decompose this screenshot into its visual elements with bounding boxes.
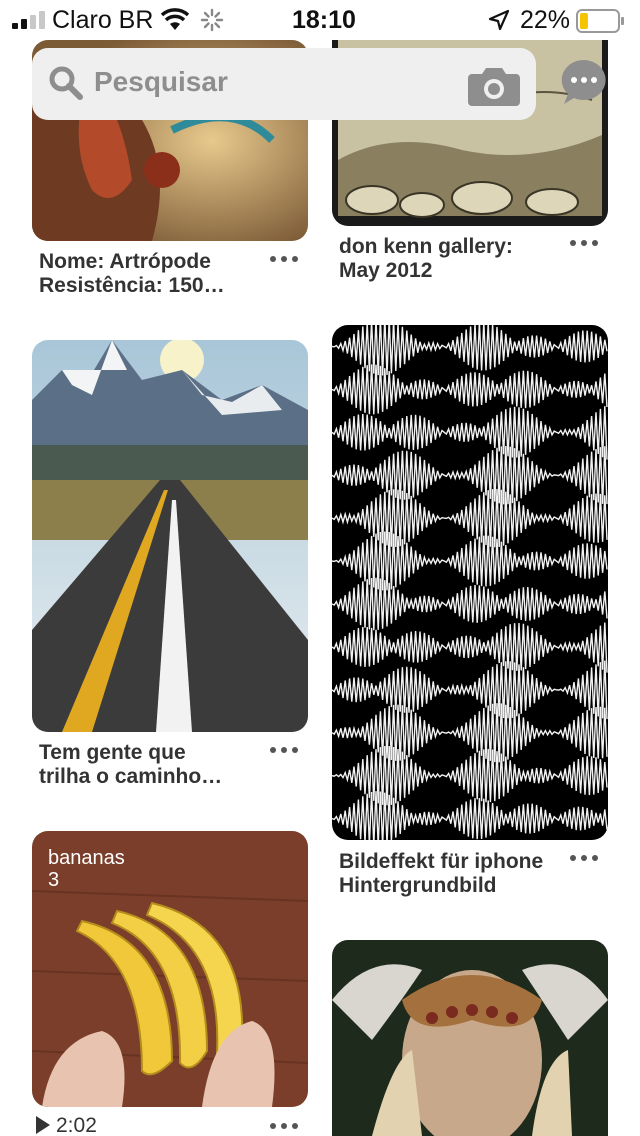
video-duration: 2:02 xyxy=(36,1114,97,1136)
pin-image-painting[interactable] xyxy=(332,940,608,1136)
battery-percent: 22% xyxy=(520,6,571,34)
search-icon xyxy=(49,66,83,100)
more-dots-icon[interactable] xyxy=(268,744,300,756)
more-dots-icon[interactable] xyxy=(268,253,300,265)
clock-time: 18:10 xyxy=(292,6,356,34)
play-icon xyxy=(36,1116,50,1134)
video-overlay-title: bananas 3 xyxy=(48,847,125,891)
pin-title[interactable]: don kenn gallery: May 2012 xyxy=(339,235,513,283)
more-dots-icon[interactable] xyxy=(568,237,600,249)
loading-spinner-icon xyxy=(200,8,224,32)
signal-icon xyxy=(12,11,45,29)
carrier-name: Claro BR xyxy=(52,6,154,34)
pin-image-bananas[interactable]: bananas 3 xyxy=(32,831,308,1107)
wifi-icon xyxy=(160,8,190,30)
search-bar[interactable]: Pesquisar xyxy=(32,48,536,120)
pin-image-road[interactable] xyxy=(32,340,308,732)
pin-image-wave-pattern[interactable] xyxy=(332,325,608,840)
battery-icon xyxy=(576,9,624,33)
status-bar: Claro BR 18:10 22% xyxy=(0,0,640,40)
location-arrow-icon xyxy=(488,9,510,31)
pin-title[interactable]: Bildeffekt für iphone Hintergrundbild xyxy=(339,850,543,898)
pin-title[interactable]: Tem gente que trilha o caminho… xyxy=(39,741,222,789)
message-icon[interactable] xyxy=(560,58,608,106)
more-dots-icon[interactable] xyxy=(568,852,600,864)
pin-title[interactable]: Nome: Artrópode Resistência: 150… xyxy=(39,250,225,298)
search-input[interactable]: Pesquisar xyxy=(94,66,228,98)
more-dots-icon[interactable] xyxy=(268,1120,300,1132)
camera-icon[interactable] xyxy=(468,64,520,106)
